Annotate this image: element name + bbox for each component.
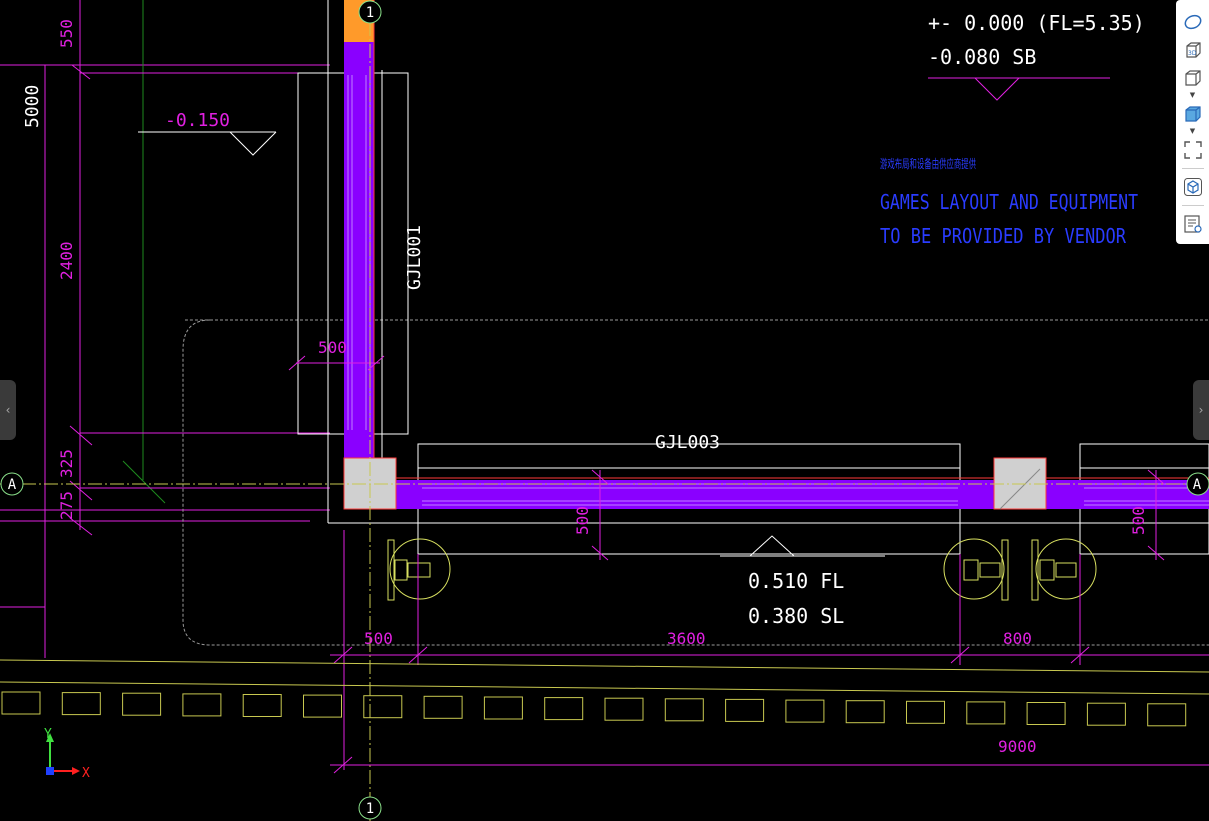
- dim-bottom-9000: 9000: [998, 737, 1037, 756]
- 3d-view-button[interactable]: 3D: [1182, 39, 1204, 61]
- level-marker-fl-sl: [720, 535, 885, 557]
- properties-button[interactable]: [1182, 213, 1204, 235]
- dim-2400: 2400: [57, 241, 76, 280]
- level-sb-text: -0.080 SB: [928, 45, 1036, 69]
- dim-beam-width-500: 500: [318, 338, 347, 357]
- chevron-left-icon: ‹: [5, 403, 11, 417]
- box-view-icon: [1184, 70, 1201, 86]
- level-marker-left: [138, 131, 277, 156]
- left-panel-toggle[interactable]: ‹: [0, 380, 16, 440]
- view-toolbar: 3D ▼ ▼: [1176, 0, 1209, 244]
- bay-marker: [303, 694, 342, 718]
- caret-down-icon[interactable]: ▼: [1190, 128, 1195, 136]
- bay-marker: [423, 695, 463, 719]
- viewcube-icon: [1183, 178, 1202, 196]
- properties-icon: [1183, 215, 1202, 233]
- beam-label-gjl001: GJL001: [404, 225, 425, 290]
- vertical-beam-gjl001: [297, 0, 409, 523]
- shaded-view-button[interactable]: [1182, 103, 1204, 125]
- box-view-button[interactable]: [1182, 67, 1204, 89]
- bay-marker: [1086, 702, 1126, 726]
- dim-beam-depth-500-b: 500: [1129, 506, 1148, 535]
- chevron-right-icon: ›: [1198, 403, 1204, 417]
- bay-marker: [61, 692, 101, 716]
- dim-5000: 5000: [22, 85, 43, 128]
- dim-325: 325: [57, 449, 76, 478]
- right-panel-toggle[interactable]: ›: [1193, 380, 1209, 440]
- toolbar-separator: [1181, 205, 1204, 206]
- grid-label-top-1: 1: [366, 5, 374, 21]
- level-marker-right: [928, 77, 1110, 101]
- bay-marker: [242, 694, 282, 717]
- svg-text:3D: 3D: [1188, 50, 1197, 57]
- bay-marker: [664, 698, 704, 722]
- fl-level-text: 0.510 FL: [748, 569, 844, 593]
- ucs-y-label: Y: [44, 727, 52, 742]
- left-dimension-chain: [69, 0, 330, 536]
- 3d-view-icon: 3D: [1185, 42, 1201, 58]
- bay-marker: [604, 697, 644, 721]
- shaded-box-icon: [1184, 106, 1201, 122]
- horizontal-beam-gjl003: [328, 443, 1209, 555]
- bottom-dimension-chain: [330, 530, 1209, 774]
- cad-drawing-canvas[interactable]: +- 0.000 (FL=5.35) -0.080 SB -0.150 游戏布局…: [0, 0, 1209, 821]
- bay-marker: [966, 701, 1006, 725]
- fullscreen-icon: [1183, 141, 1202, 159]
- bay-marker: [483, 696, 523, 720]
- construction-lines: [122, 0, 166, 504]
- dim-275: 275: [57, 491, 76, 520]
- grid-label-bottom-1: 1: [366, 801, 374, 817]
- bay-marker: [1, 691, 41, 715]
- fullscreen-button[interactable]: [1182, 139, 1204, 161]
- bay-marker: [906, 700, 945, 724]
- dim-bottom-500: 500: [364, 629, 393, 648]
- bay-marker: [182, 693, 222, 717]
- caret-down-icon[interactable]: ▼: [1190, 92, 1195, 100]
- orbit-icon: [1184, 14, 1201, 30]
- bay-marker: [845, 700, 885, 724]
- chinese-note-text: 游戏布局和设备由供应商提供: [880, 156, 976, 171]
- grid-label-left-a: A: [8, 477, 17, 493]
- level-left-text: -0.150: [165, 110, 230, 131]
- bay-marker: [1147, 703, 1187, 727]
- dim-bottom-3600: 3600: [667, 629, 706, 648]
- sl-level-text: 0.380 SL: [748, 604, 844, 628]
- grid-label-right-a: A: [1193, 477, 1202, 493]
- bay-marker: [785, 699, 825, 723]
- ucs-x-label: X: [82, 766, 90, 781]
- dim-bottom-800: 800: [1003, 629, 1032, 648]
- bay-marker: [544, 697, 584, 721]
- bay-marker: [725, 698, 765, 722]
- level-ffl-text: +- 0.000 (FL=5.35): [928, 11, 1145, 35]
- dim-beam-depth-500-a: 500: [573, 506, 592, 535]
- orbit-button[interactable]: [1182, 11, 1204, 33]
- viewcube-button[interactable]: [1182, 176, 1204, 198]
- vendor-note-line1: GAMES LAYOUT AND EQUIPMENT: [880, 190, 1138, 214]
- dim-550: 550: [57, 19, 76, 48]
- beam-label-gjl003: GJL003: [655, 432, 720, 453]
- bay-markers: [1, 691, 1187, 727]
- game-equipment: [387, 538, 1097, 601]
- slab-edge: [0, 659, 1209, 695]
- vendor-note-line2: TO BE PROVIDED BY VENDOR: [880, 224, 1127, 248]
- bay-marker: [1026, 702, 1066, 725]
- toolbar-separator: [1181, 168, 1204, 169]
- building-outline: [0, 64, 330, 658]
- bay-marker: [122, 692, 162, 716]
